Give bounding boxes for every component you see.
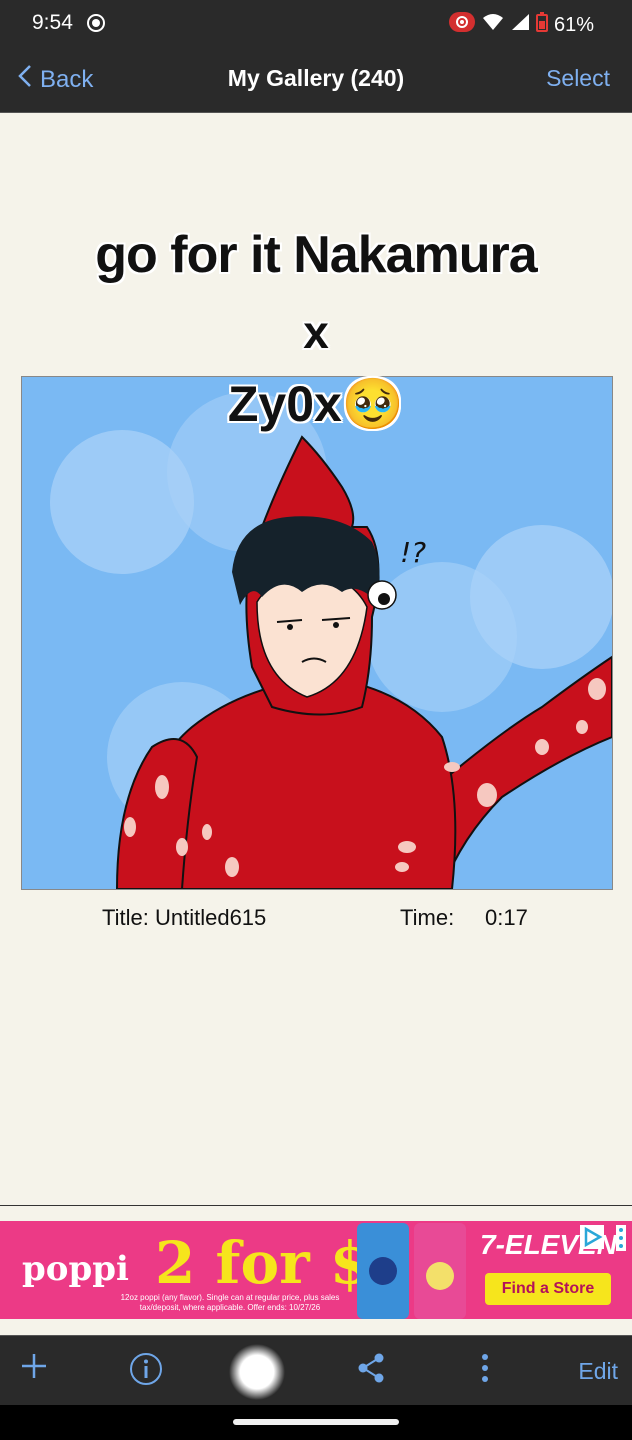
status-icons: 61% [448, 11, 594, 39]
plus-icon[interactable] [20, 1352, 48, 1385]
divider [0, 1205, 632, 1206]
time-value: 0:17 [485, 905, 528, 930]
ad-choices-icon[interactable] [580, 1225, 604, 1249]
caption-line-1: go for it Nakamura [95, 226, 537, 284]
scribble-text: !? [400, 536, 426, 569]
info-icon[interactable] [129, 1352, 163, 1391]
more-vertical-icon[interactable] [479, 1352, 491, 1389]
artwork-illustration: !? [22, 377, 612, 889]
bottom-toolbar: Edit [0, 1335, 632, 1406]
artwork-image[interactable]: !? [21, 376, 613, 890]
share-icon[interactable] [356, 1352, 386, 1389]
wifi-icon [482, 13, 504, 37]
caption-line-3: Zy0x🥹 [227, 376, 405, 432]
status-time: 9:54 [32, 11, 73, 34]
battery-percent: 61% [553, 13, 594, 36]
ad-brand: poppi [22, 1249, 129, 1289]
ad-more-icon[interactable] [616, 1225, 626, 1251]
record-icon [448, 11, 476, 39]
status-bar: 9:54 61% [0, 0, 632, 48]
edit-button[interactable]: Edit [578, 1358, 618, 1385]
navigation-bar: Back My Gallery (240) Select [0, 48, 632, 113]
page-title: My Gallery (240) [227, 65, 405, 91]
select-button[interactable]: Select [546, 65, 610, 92]
ad-banner[interactable]: poppi 2 for $5 12oz poppi (any flavor). … [0, 1221, 632, 1319]
signal-icon [510, 13, 530, 37]
caption-line-2: x [303, 306, 329, 358]
battery-icon [535, 12, 548, 38]
preview-circle-icon[interactable] [228, 1344, 286, 1405]
gesture-bar [0, 1405, 632, 1440]
ad-cans-image [357, 1223, 466, 1319]
time-label: Time: [400, 905, 455, 930]
screen-record-icon [86, 13, 106, 38]
home-indicator[interactable] [233, 1419, 399, 1425]
artwork-title: Title: Untitled615 [102, 905, 267, 930]
ad-fine-print: 12oz poppi (any flavor). Single can at r… [120, 1293, 340, 1312]
find-store-button[interactable]: Find a Store [485, 1273, 611, 1305]
